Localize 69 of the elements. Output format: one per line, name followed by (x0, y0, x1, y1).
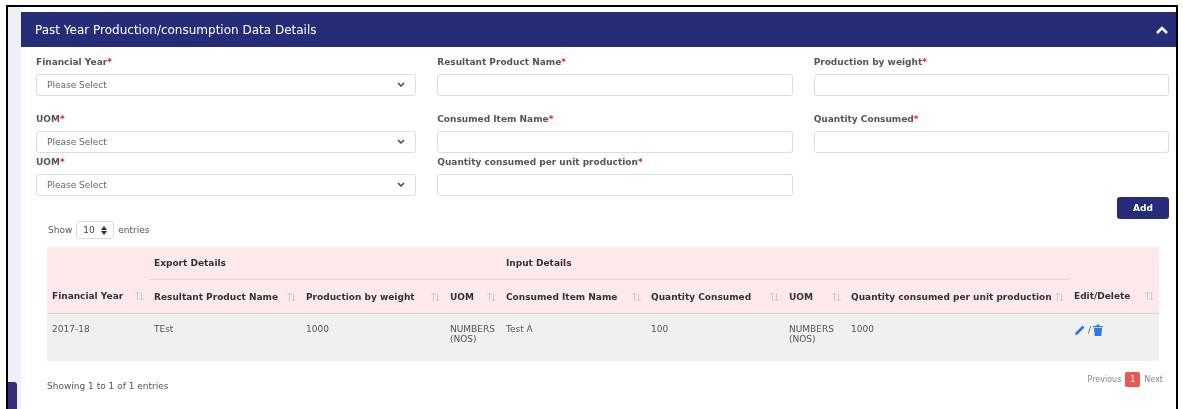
input-field[interactable] (437, 174, 793, 196)
field-label: Quantity consumed per unit production (437, 157, 638, 169)
column-header[interactable]: Financial Year (52, 291, 124, 302)
column-group-header: Input Details (506, 258, 572, 268)
sort-icon[interactable] (1055, 291, 1065, 302)
required-mark: * (59, 157, 65, 169)
select-field[interactable]: Please Select (36, 174, 417, 196)
required-mark: * (107, 57, 112, 69)
input-field[interactable] (437, 74, 793, 96)
table-cell: Test A (506, 324, 533, 334)
trash-icon[interactable] (1093, 324, 1104, 336)
field-label: UOM (36, 157, 60, 169)
table-cell: TEst (154, 324, 174, 334)
required-mark: * (59, 114, 65, 126)
required-mark: * (548, 114, 554, 126)
field-label: Financial Year (36, 57, 108, 69)
column-header[interactable]: Production by weight (306, 291, 415, 302)
column-header[interactable]: Edit/Delete (1074, 291, 1131, 302)
sort-icon[interactable] (832, 291, 841, 302)
column-header[interactable]: UOM (450, 291, 474, 302)
show-label: Show (48, 225, 73, 235)
field-label: UOM (36, 114, 60, 126)
column-header[interactable]: Quantity consumed per unit production (851, 291, 1052, 302)
action-separator: / (1088, 325, 1092, 335)
entries-label: entries (118, 225, 150, 235)
add-button[interactable]: Add (1117, 197, 1169, 219)
table-cell: 100 (651, 324, 669, 334)
column-header[interactable]: UOM (789, 291, 813, 302)
table-info: Showing 1 to 1 of 1 entries (47, 380, 169, 391)
column-header[interactable]: Resultant Product Name (154, 291, 279, 302)
sort-icon[interactable] (287, 291, 296, 302)
select-field[interactable]: Please Select (36, 74, 417, 96)
required-mark: * (637, 157, 643, 169)
panel-title: Past Year Production/consumption Data Details (35, 22, 317, 37)
sort-icon[interactable] (632, 291, 641, 302)
chevron-icon[interactable] (1156, 25, 1168, 34)
input-field[interactable] (813, 131, 1169, 153)
table-cell: 2017-18 (52, 324, 90, 334)
sort-icon[interactable] (487, 291, 496, 302)
table-cell: 1000 (306, 324, 329, 334)
sort-icon[interactable] (135, 291, 144, 302)
column-group-header: Export Details (154, 258, 226, 268)
pencil-icon[interactable] (1074, 324, 1087, 336)
spinner-arrows-icon (101, 225, 108, 235)
table-cell: NUMBERS (NOS) (789, 324, 834, 344)
sort-icon[interactable] (431, 291, 440, 302)
chevron-down-icon (397, 82, 406, 88)
page-button[interactable]: 1 (1125, 372, 1141, 387)
column-header[interactable]: Consumed Item Name (506, 291, 618, 302)
chevron-down-icon (397, 139, 406, 145)
chevron-down-icon (397, 182, 406, 188)
input-field[interactable] (437, 131, 793, 153)
column-header[interactable]: Quantity Consumed (651, 291, 752, 302)
field-label: Consumed Item Name (437, 114, 549, 126)
required-mark: * (922, 57, 927, 69)
select-field[interactable]: Please Select (36, 131, 417, 153)
next-link[interactable]: Next (1144, 375, 1163, 384)
input-field[interactable] (813, 74, 1169, 96)
page-size-select[interactable]: 10 (76, 221, 115, 239)
field-label: Quantity Consumed (813, 114, 914, 126)
field-label: Resultant Product Name (437, 57, 562, 69)
field-label: Production by weight (813, 57, 923, 69)
sort-icon[interactable] (770, 291, 779, 302)
table-cell: 1000 (851, 324, 874, 334)
table-cell: NUMBERS (NOS) (450, 324, 495, 344)
required-mark: * (913, 114, 919, 126)
sort-icon[interactable] (1145, 291, 1155, 302)
previous-link[interactable]: Previous (1087, 375, 1122, 384)
required-mark: * (561, 57, 566, 69)
